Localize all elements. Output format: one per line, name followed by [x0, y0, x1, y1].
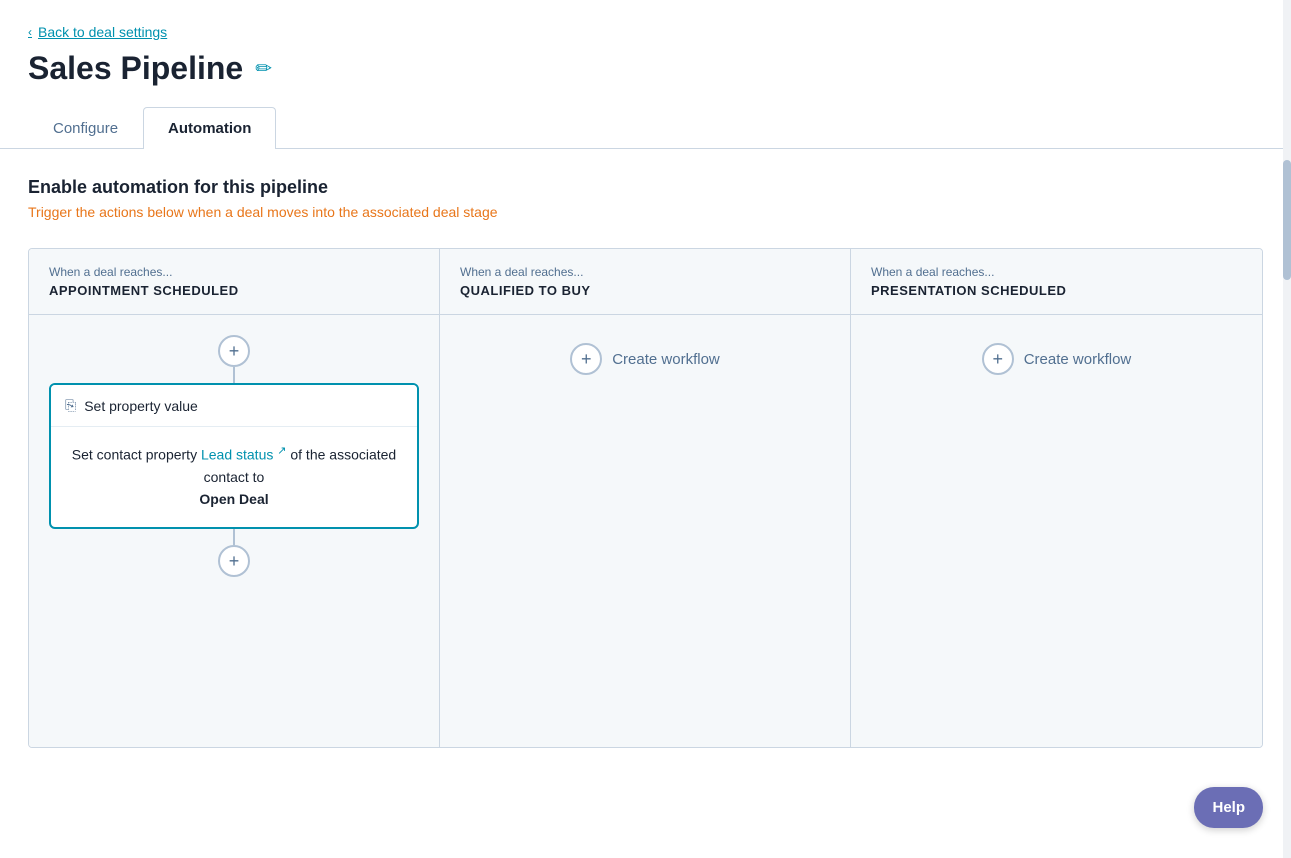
pipeline-grid: When a deal reaches... APPOINTMENT SCHED…: [28, 248, 1263, 748]
tab-configure[interactable]: Configure: [28, 107, 143, 149]
property-card-title: Set property value: [84, 398, 198, 414]
create-workflow-presentation-button[interactable]: + Create workflow: [982, 335, 1132, 383]
create-workflow-presentation-icon: +: [982, 343, 1014, 375]
connector-top: [233, 367, 235, 383]
back-link-label: Back to deal settings: [38, 24, 167, 40]
card-body-prefix: Set contact property: [72, 447, 197, 463]
add-action-bottom-button[interactable]: +: [218, 545, 250, 577]
create-workflow-qualified-button[interactable]: + Create workflow: [570, 335, 720, 383]
add-action-top-button[interactable]: +: [218, 335, 250, 367]
page-wrapper: ‹ Back to deal settings Sales Pipeline ✏…: [0, 0, 1291, 858]
back-chevron-icon: ‹: [28, 25, 32, 39]
col-body-presentation: + Create workflow: [851, 315, 1262, 747]
set-property-icon: ⎘: [65, 397, 76, 414]
col-header-label-appointment: When a deal reaches...: [49, 265, 419, 279]
col-header-label-qualified: When a deal reaches...: [460, 265, 830, 279]
pipeline-col-appointment-scheduled: When a deal reaches... APPOINTMENT SCHED…: [29, 249, 440, 747]
create-workflow-qualified-label: Create workflow: [612, 351, 720, 368]
col-body-appointment: + ⎘ Set property value Set contact prope…: [29, 315, 439, 747]
create-workflow-qualified-icon: +: [570, 343, 602, 375]
scrollbar-track: [1283, 0, 1291, 858]
pipeline-col-presentation-scheduled: When a deal reaches... PRESENTATION SCHE…: [851, 249, 1262, 747]
property-card-header: ⎘ Set property value: [51, 385, 417, 427]
help-button[interactable]: Help: [1194, 787, 1263, 828]
col-body-qualified: + Create workflow: [440, 315, 850, 747]
scrollbar-thumb[interactable]: [1283, 160, 1291, 280]
automation-subtitle: Trigger the actions below when a deal mo…: [28, 204, 1263, 220]
edit-icon[interactable]: ✏: [255, 56, 272, 81]
connector-bottom: [233, 529, 235, 545]
back-link[interactable]: ‹ Back to deal settings: [0, 0, 167, 40]
create-workflow-presentation-label: Create workflow: [1024, 351, 1132, 368]
property-card-body: Set contact property Lead status ↗ of th…: [51, 427, 417, 527]
tab-automation[interactable]: Automation: [143, 107, 276, 149]
pipeline-col-qualified-to-buy: When a deal reaches... QUALIFIED TO BUY …: [440, 249, 851, 747]
col-header-title-qualified: QUALIFIED TO BUY: [460, 283, 830, 298]
lead-status-link[interactable]: Lead status: [201, 447, 273, 463]
card-body-value: Open Deal: [199, 491, 268, 507]
property-card: ⎘ Set property value Set contact propert…: [49, 383, 419, 529]
tabs-row: Configure Automation: [0, 107, 1291, 149]
col-header-qualified: When a deal reaches... QUALIFIED TO BUY: [440, 249, 850, 315]
automation-header: Enable automation for this pipeline Trig…: [0, 149, 1291, 228]
col-header-title-presentation: PRESENTATION SCHEDULED: [871, 283, 1242, 298]
col-header-label-presentation: When a deal reaches...: [871, 265, 1242, 279]
automation-title: Enable automation for this pipeline: [28, 177, 1263, 198]
page-title-row: Sales Pipeline ✏: [0, 40, 1291, 107]
external-link-icon: ↗: [277, 445, 286, 457]
col-header-presentation: When a deal reaches... PRESENTATION SCHE…: [851, 249, 1262, 315]
col-header-title-appointment: APPOINTMENT SCHEDULED: [49, 283, 419, 298]
col-header-appointment: When a deal reaches... APPOINTMENT SCHED…: [29, 249, 439, 315]
page-title: Sales Pipeline: [28, 50, 243, 87]
